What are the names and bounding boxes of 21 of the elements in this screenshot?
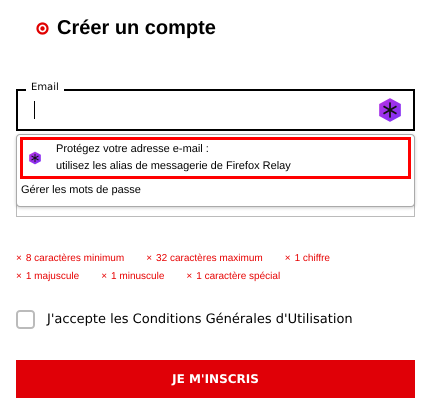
signup-button[interactable]: JE M'INSCRIS	[16, 360, 415, 398]
terms-checkbox[interactable]	[16, 310, 35, 330]
relay-icon	[28, 150, 42, 164]
password-rule: × 1 minuscule	[101, 270, 164, 284]
email-field[interactable]	[16, 89, 415, 131]
password-rule: × 8 caractères minimum	[16, 252, 124, 266]
field-label: Email	[26, 82, 64, 94]
item-text: Protégez votre adresse e-mail :	[56, 142, 210, 157]
password-rule: × 1 caractère spécial	[186, 270, 280, 284]
item-text: Gérer les mots de passe	[21, 183, 141, 198]
item-text: utilisez les alias de messagerie de Firefox Relay	[56, 158, 291, 174]
password-rule: × 1 majuscule	[16, 270, 80, 284]
relay-icon	[377, 97, 403, 123]
menu-item[interactable]: Protégez votre adresse e-mail : utilisez les alias de messagerie de Firefox Relay	[20, 137, 411, 179]
terms-label: J'accepte les Conditions Générales d'Utilisation	[47, 311, 353, 329]
text-cursor	[34, 101, 35, 119]
password-rule: × 32 caractères maximum	[146, 252, 263, 266]
menu-item[interactable]: Gérer les mots de passe	[17, 179, 414, 202]
radio-icon	[36, 22, 49, 34]
page-title: Créer un compte	[57, 16, 216, 40]
password-rule: × 1 chiffre	[284, 252, 330, 266]
